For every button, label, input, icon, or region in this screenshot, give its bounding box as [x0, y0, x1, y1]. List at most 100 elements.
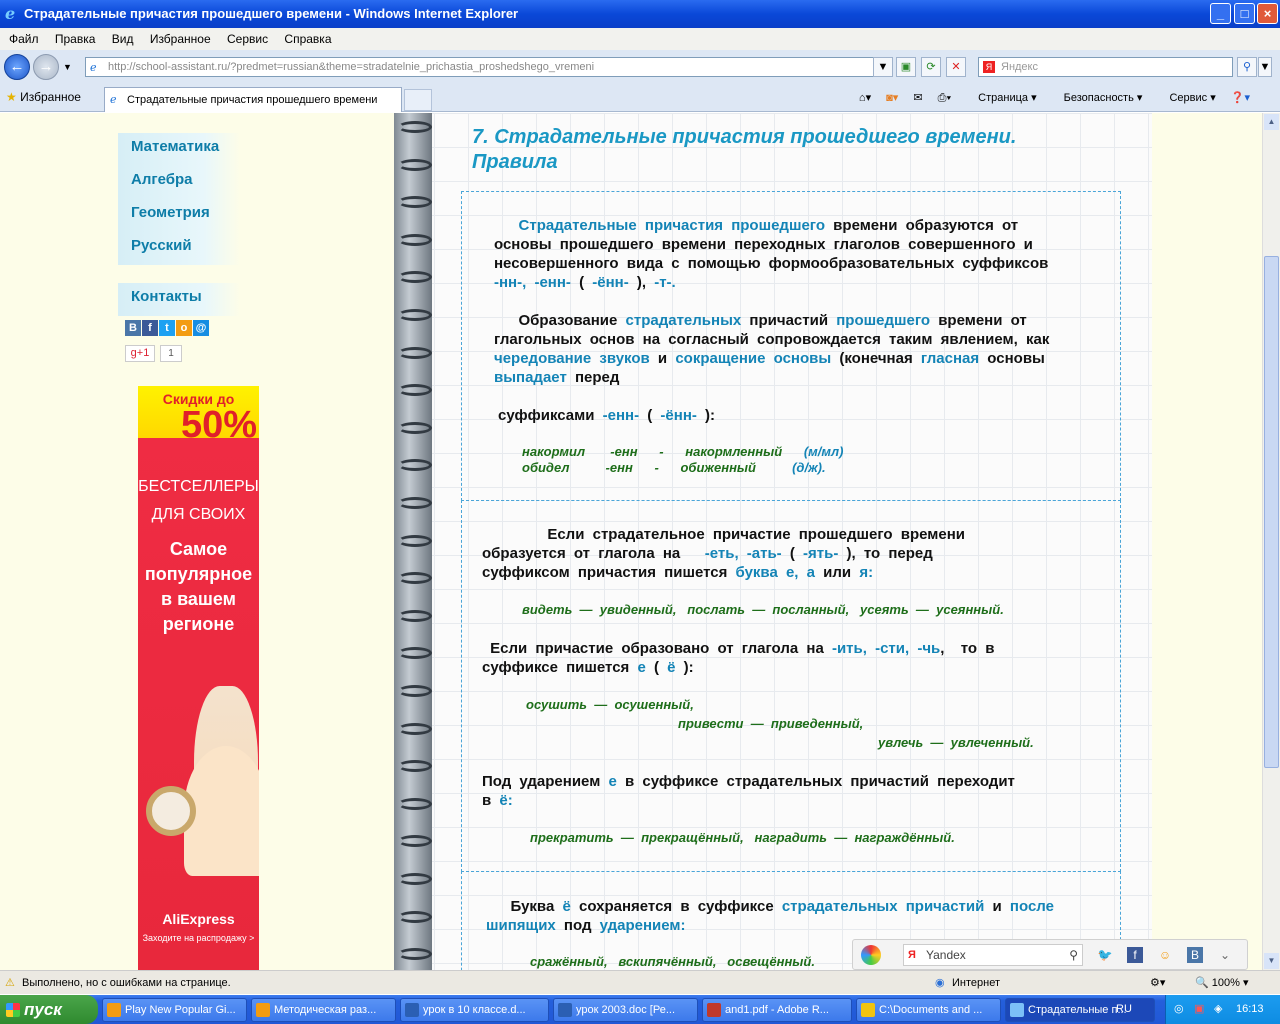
ad-line4: Самое популярное в вашем регионе — [144, 539, 253, 634]
odnoklassniki-share-icon[interactable]: ☺ — [1157, 947, 1173, 963]
notebook-ring — [398, 910, 432, 923]
taskbar-item-3[interactable]: урок в 10 классе.d... — [400, 998, 549, 1022]
tray-network-icon[interactable]: ◈ — [1214, 995, 1222, 1024]
scroll-thumb[interactable] — [1264, 256, 1279, 768]
refresh-icon[interactable]: ⟳ — [921, 57, 941, 77]
tab-title: Страдательные причастия прошедшего време… — [127, 94, 378, 106]
sidebar-item-geometry[interactable]: Геометрия — [118, 199, 240, 232]
tray-pdf-icon[interactable]: ▣ — [1194, 995, 1204, 1024]
yandex-browser-icon[interactable] — [861, 945, 881, 965]
back-button[interactable]: ← — [4, 54, 30, 80]
mailru-icon[interactable]: @ — [193, 320, 209, 336]
search-icon[interactable]: ⚲ — [1237, 57, 1257, 77]
taskbar-item-4[interactable]: урок 2003.doc [Ре... — [553, 998, 698, 1022]
tab-active[interactable]: e Страдательные причастия прошедшего вре… — [104, 87, 402, 112]
rule-6-text: Буква ё сохраняется в суффиксе страдател… — [486, 898, 1054, 934]
facebook-icon[interactable]: f — [142, 320, 158, 336]
window-titlebar: e Страдательные причастия прошедшего вре… — [0, 0, 1280, 28]
taskbar-item-5[interactable]: and1.pdf - Adobe R... — [702, 998, 852, 1022]
yandex-search-input[interactable]: Я Yandex ⚲ — [903, 944, 1083, 966]
scroll-down-icon[interactable]: ▼ — [1264, 953, 1279, 969]
command-bar: ⌂▾ ◙▾ ✉ ⎙▾ Страница ▾ Безопасность ▾ Сер… — [847, 89, 1250, 107]
notebook-ring — [398, 233, 432, 246]
taskbar-item-1[interactable]: Play New Popular Gi... — [102, 998, 247, 1022]
stop-icon[interactable]: ✕ — [946, 57, 966, 77]
address-field[interactable]: e http://school-assistant.ru/?predmet=ru… — [85, 57, 891, 77]
menu-edit[interactable]: Правка — [55, 32, 96, 46]
twitter-icon[interactable]: t — [159, 320, 175, 336]
history-dropdown-icon[interactable]: ▼ — [63, 62, 72, 72]
tray-app-icon[interactable]: ◎ — [1174, 995, 1184, 1024]
menu-help[interactable]: Справка — [284, 32, 331, 46]
tab-row: ★ Избранное e Страдательные причастия пр… — [0, 84, 1280, 112]
menu-service[interactable]: Сервис ▾ — [1157, 92, 1215, 104]
page-title: 7. Страдательные причастия прошедшего вр… — [472, 126, 1017, 173]
menu-favorites[interactable]: Избранное — [150, 32, 211, 46]
notebook-ring — [398, 609, 432, 622]
search-options-icon[interactable]: ▼ — [1258, 57, 1272, 77]
rule-5-text: Под ударением е в суффиксе страдательных… — [482, 773, 1015, 809]
notebook-ring — [398, 873, 432, 885]
feeds-icon[interactable]: ◙▾ — [886, 92, 898, 104]
language-indicator[interactable]: RU — [1116, 995, 1132, 1024]
yandex-bar: Я Yandex ⚲ 🐦 f ☺ В ⌄ — [852, 939, 1248, 970]
sidebar-item-contacts[interactable]: Контакты — [118, 283, 240, 316]
star-icon: ★ — [6, 90, 17, 104]
start-button[interactable]: пуск — [0, 995, 98, 1024]
sidebar-item-math[interactable]: Математика — [118, 133, 240, 166]
notebook-ring — [398, 497, 432, 509]
maximize-button[interactable]: □ — [1234, 3, 1255, 24]
ad-brand: AliExpress — [162, 911, 235, 927]
menu-file[interactable]: Файл — [9, 32, 39, 46]
twitter-share-icon[interactable]: 🐦 — [1097, 947, 1113, 963]
scroll-up-icon[interactable]: ▲ — [1264, 114, 1279, 130]
address-text: http://school-assistant.ru/?predmet=russ… — [108, 61, 595, 73]
home-icon[interactable]: ⌂▾ — [859, 92, 871, 104]
vk-icon[interactable]: В — [125, 320, 141, 336]
new-tab-button[interactable] — [404, 89, 432, 111]
example-1: накормил -енн - накормленный (м/мл) — [522, 444, 844, 459]
notebook-ring — [398, 722, 432, 735]
taskbar-item-7[interactable]: Страдательные п... — [1005, 998, 1155, 1022]
mail-icon[interactable]: ✉ — [913, 92, 922, 104]
search-input[interactable]: Я Яндекс — [978, 57, 1233, 77]
address-dropdown-icon[interactable]: ▼ — [873, 57, 893, 77]
protected-mode-icon[interactable]: ⚙▾ — [1150, 971, 1165, 995]
print-icon[interactable]: ⎙▾ — [938, 92, 951, 104]
menu-page[interactable]: Страница ▾ — [966, 92, 1036, 104]
notebook-ring — [398, 797, 432, 810]
menu-view[interactable]: Вид — [112, 32, 134, 46]
search-placeholder: Яндекс — [1001, 61, 1038, 73]
sidebar-menu: Математика Алгебра Геометрия Русский Кон… — [118, 133, 240, 316]
notebook-ring — [398, 346, 432, 359]
menubar: Файл Правка Вид Избранное Сервис Справка — [0, 28, 1280, 50]
favorites-label: Избранное — [20, 90, 81, 104]
vertical-scrollbar[interactable]: ▲ ▼ — [1262, 113, 1280, 970]
favorites-button[interactable]: ★ Избранное — [6, 90, 81, 104]
close-button[interactable]: × — [1257, 3, 1278, 24]
ad-line2: 50% — [180, 404, 257, 446]
menu-security[interactable]: Безопасность ▾ — [1052, 92, 1143, 104]
taskbar-item-6[interactable]: C:\Documents and ... — [856, 998, 1001, 1022]
odnoklassniki-icon[interactable]: о — [176, 320, 192, 336]
watch-image — [146, 786, 196, 836]
zoom-button[interactable]: 🔍 100% ▾ — [1195, 971, 1248, 995]
compat-icon[interactable]: ▣ — [896, 57, 916, 77]
menu-tools[interactable]: Сервис — [227, 32, 268, 46]
sidebar-item-algebra[interactable]: Алгебра — [118, 166, 240, 199]
ad-line3: БЕСТСЕЛЛЕРЫ ДЛЯ СВОИХ — [138, 478, 259, 523]
minimize-button[interactable]: _ — [1210, 3, 1231, 24]
help-icon[interactable]: ❓▾ — [1231, 92, 1250, 104]
yandex-icon: Я — [983, 61, 995, 73]
notebook-ring — [398, 309, 432, 321]
gplus-button[interactable]: g+1 — [125, 345, 155, 362]
taskbar-item-2[interactable]: Методическая раз... — [251, 998, 396, 1022]
facebook-share-icon[interactable]: f — [1127, 947, 1143, 963]
vk-share-icon[interactable]: В — [1187, 947, 1203, 963]
collapse-icon[interactable]: ⌄ — [1217, 947, 1233, 963]
forward-button[interactable]: → — [33, 54, 59, 80]
ad-banner[interactable]: Скидки до 50% БЕСТСЕЛЛЕРЫ ДЛЯ СВОИХ Самое… — [138, 386, 259, 970]
sidebar-item-russian[interactable]: Русский — [118, 232, 240, 265]
ad-cta: Заходите на распродажу > — [142, 933, 255, 943]
warning-icon[interactable]: ⚠ — [5, 971, 15, 995]
